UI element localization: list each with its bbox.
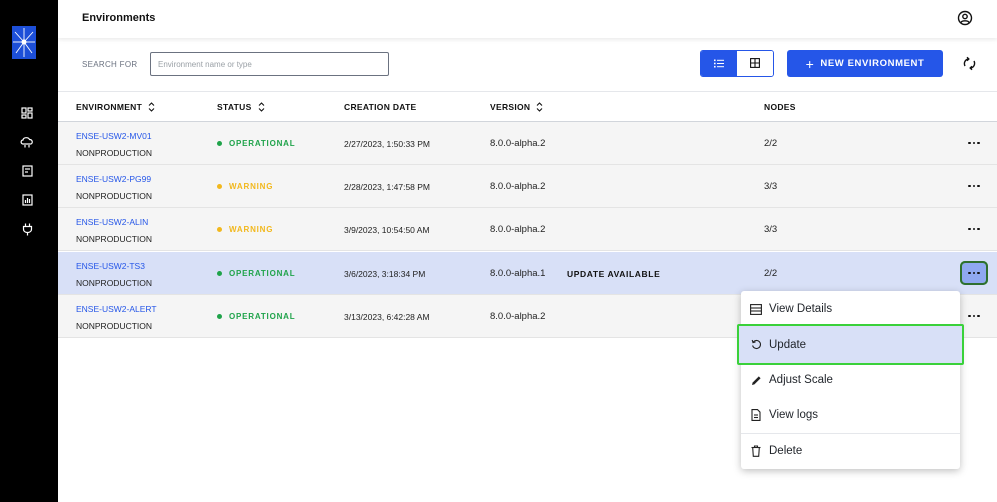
- environment-type: NONPRODUCTION: [76, 278, 153, 288]
- version: 8.0.0-alpha.1: [490, 268, 546, 279]
- version: 8.0.0-alpha.2: [490, 224, 546, 235]
- status-dot-icon: [217, 184, 222, 189]
- actions-menu: View Details Update Adjust Scale View lo…: [737, 291, 964, 469]
- document-icon[interactable]: [20, 164, 34, 178]
- nodes-count: 2/2: [764, 138, 778, 149]
- table-row: ENSE-USW2-ALIN NONPRODUCTION WARNING 3/9…: [58, 208, 997, 251]
- environment-name-link[interactable]: ENSE-USW2-TS3: [76, 261, 145, 271]
- environment-name-link[interactable]: ENSE-USW2-MV01: [76, 131, 152, 141]
- table-icon: [750, 303, 762, 315]
- file-icon: [750, 409, 762, 421]
- column-header-status[interactable]: STATUS: [217, 102, 265, 112]
- creation-date: 3/6/2023, 3:18:34 PM: [344, 269, 426, 279]
- more-actions-button[interactable]: [962, 306, 986, 326]
- user-account-icon[interactable]: [957, 10, 973, 26]
- creation-date: 3/13/2023, 6:42:28 AM: [344, 312, 430, 322]
- creation-date: 3/9/2023, 10:54:50 AM: [344, 225, 430, 235]
- sidebar: [0, 0, 58, 502]
- plug-icon[interactable]: [20, 222, 34, 236]
- environment-type: NONPRODUCTION: [76, 234, 153, 244]
- environment-name-link[interactable]: ENSE-USW2-ALIN: [76, 217, 148, 227]
- menu-item-view-logs[interactable]: View logs: [741, 399, 960, 431]
- environment-type: NONPRODUCTION: [76, 148, 153, 158]
- grid-view-button[interactable]: [737, 51, 773, 76]
- dashboard-icon[interactable]: [20, 106, 34, 120]
- creation-date: 2/28/2023, 1:47:58 PM: [344, 182, 431, 192]
- search-label: SEARCH FOR: [82, 60, 138, 69]
- environment-name-link[interactable]: ENSE-USW2-ALERT: [76, 304, 157, 314]
- list-view-button[interactable]: [701, 51, 737, 76]
- table-row: ENSE-USW2-MV01 NONPRODUCTION OPERATIONAL…: [58, 122, 997, 165]
- list-view-icon: [714, 55, 724, 73]
- status-badge: OPERATIONAL: [217, 139, 295, 148]
- pencil-icon: [750, 374, 762, 386]
- sort-icon: [536, 102, 543, 112]
- menu-item-update[interactable]: Update: [737, 324, 964, 365]
- new-environment-label: NEW ENVIRONMENT: [820, 58, 925, 69]
- status-badge: WARNING: [217, 225, 273, 234]
- table-row: ENSE-USW2-PG99 NONPRODUCTION WARNING 2/2…: [58, 165, 997, 208]
- logo-icon[interactable]: [12, 26, 36, 59]
- more-actions-button[interactable]: [962, 176, 986, 196]
- environment-type: NONPRODUCTION: [76, 321, 153, 331]
- version: 8.0.0-alpha.2: [490, 181, 546, 192]
- nodes-count: 3/3: [764, 181, 778, 192]
- menu-divider: [741, 433, 960, 434]
- status-badge: WARNING: [217, 182, 273, 191]
- nodes-count: 3/3: [764, 224, 778, 235]
- environment-type: NONPRODUCTION: [76, 191, 153, 201]
- status-dot-icon: [217, 227, 222, 232]
- more-actions-button[interactable]: [962, 133, 986, 153]
- menu-item-adjust-scale[interactable]: Adjust Scale: [741, 364, 960, 396]
- status-dot-icon: [217, 141, 222, 146]
- sort-icon: [258, 102, 264, 112]
- top-header: Environments: [58, 0, 997, 38]
- column-header-environment[interactable]: ENVIRONMENT: [76, 102, 155, 112]
- column-header-nodes: NODES: [764, 102, 796, 112]
- trash-icon: [750, 445, 762, 457]
- menu-item-view-details[interactable]: View Details: [741, 293, 960, 325]
- environment-name-link[interactable]: ENSE-USW2-PG99: [76, 174, 151, 184]
- cloud-icon[interactable]: [20, 135, 34, 149]
- more-actions-button[interactable]: [960, 261, 988, 285]
- column-header-version[interactable]: VERSION: [490, 102, 543, 112]
- nodes-count: 2/2: [764, 268, 778, 279]
- grid-view-icon: [750, 55, 760, 73]
- update-available-badge: UPDATE AVAILABLE: [567, 269, 661, 279]
- status-dot-icon: [217, 314, 222, 319]
- version: 8.0.0-alpha.2: [490, 138, 546, 149]
- status-badge: OPERATIONAL: [217, 312, 295, 321]
- search-input[interactable]: [150, 52, 389, 76]
- refresh-icon[interactable]: [962, 56, 977, 71]
- refresh-icon: [750, 339, 762, 351]
- page-title: Environments: [82, 12, 156, 24]
- menu-item-delete[interactable]: Delete: [741, 435, 960, 467]
- status-badge: OPERATIONAL: [217, 269, 295, 278]
- more-actions-button[interactable]: [962, 219, 986, 239]
- creation-date: 2/27/2023, 1:50:33 PM: [344, 139, 431, 149]
- plus-icon: +: [805, 55, 815, 72]
- table-header: ENVIRONMENT STATUS CREATION DATE VERSION…: [58, 91, 997, 122]
- view-toggle: [700, 50, 774, 77]
- sort-icon: [148, 102, 155, 112]
- status-dot-icon: [217, 271, 222, 276]
- version: 8.0.0-alpha.2: [490, 311, 546, 322]
- column-header-creation-date: CREATION DATE: [344, 102, 417, 112]
- new-environment-button[interactable]: + NEW ENVIRONMENT: [787, 50, 943, 77]
- table-row-selected: ENSE-USW2-TS3 NONPRODUCTION OPERATIONAL …: [58, 252, 997, 295]
- chart-icon[interactable]: [20, 193, 34, 207]
